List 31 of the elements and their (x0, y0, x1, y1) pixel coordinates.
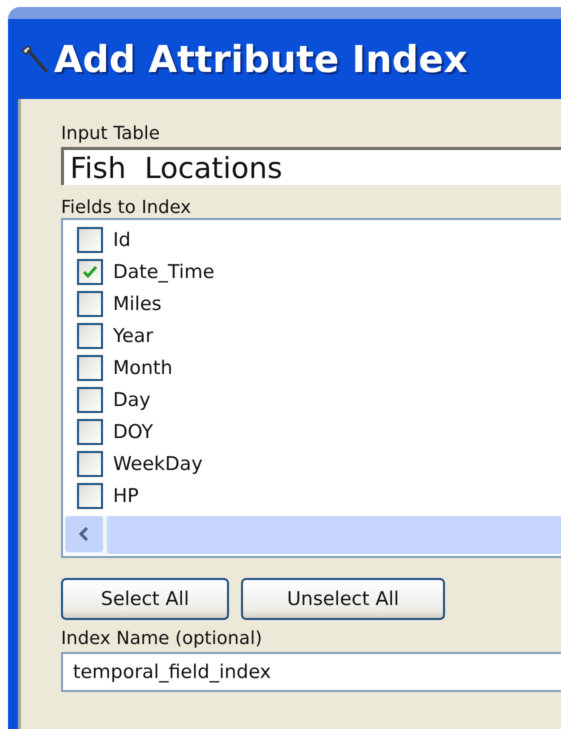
field-name: Miles (113, 293, 162, 315)
scroll-left-button[interactable] (65, 516, 103, 552)
field-name: HP (113, 485, 139, 507)
input-table-field[interactable]: Fish Locations (61, 147, 561, 185)
checkbox[interactable] (77, 227, 103, 253)
select-all-button[interactable]: Select All (61, 578, 229, 620)
checkbox[interactable] (77, 483, 103, 509)
unselect-all-button[interactable]: Unselect All (241, 578, 445, 620)
index-name-field[interactable]: temporal_field_index (61, 652, 561, 692)
hammer-icon (18, 43, 50, 75)
field-name: Date_Time (113, 261, 214, 283)
field-name: WeekDay (113, 453, 203, 475)
field-name: Day (113, 389, 151, 411)
field-label: Input Table (61, 123, 161, 144)
checkbox[interactable] (77, 451, 103, 477)
field-name: Id (113, 229, 131, 251)
checkbox[interactable] (77, 323, 103, 349)
field-label: Fields to Index (61, 197, 192, 218)
checkbox[interactable] (77, 355, 103, 381)
field-name: Year (113, 325, 154, 347)
checkbox[interactable] (77, 387, 103, 413)
chevron-left-icon (78, 526, 90, 542)
checkbox[interactable] (77, 291, 103, 317)
scrollbar-thumb[interactable] (107, 516, 561, 554)
window-title: Add Attribute Index (54, 38, 468, 80)
checkmark-icon (82, 265, 98, 279)
field-name: DOY (113, 421, 154, 443)
field-label: Index Name (optional) (61, 628, 264, 649)
checkbox[interactable] (77, 419, 103, 445)
field-name: Month (113, 357, 173, 379)
checkbox[interactable] (77, 259, 103, 285)
